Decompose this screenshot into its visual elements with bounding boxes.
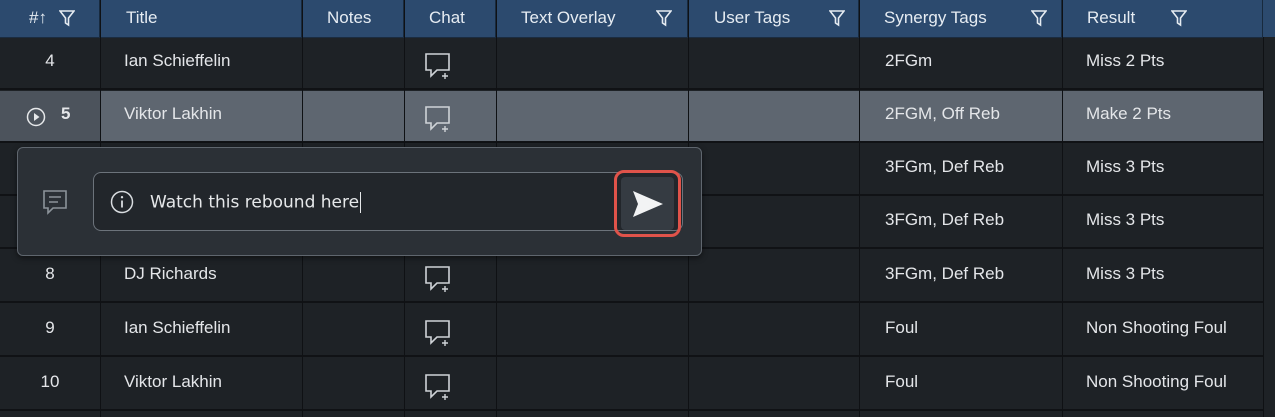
chat-add-icon[interactable] — [423, 373, 453, 401]
table-row[interactable]: 8 DJ Richards 3FGm, Def Reb Miss 3 Pts — [0, 251, 1275, 303]
comment-input[interactable]: Watch this rebound here — [93, 172, 683, 231]
row-number: 10 — [40, 372, 60, 391]
row-synergy-tags: 3FGm, Def Reb — [885, 264, 1005, 283]
row-title: Ian Schieffelin — [124, 318, 231, 337]
chat-add-icon[interactable] — [423, 52, 453, 80]
row-number: 8 — [45, 264, 55, 283]
column-header-user-tags-label: User Tags — [714, 8, 791, 27]
filter-icon[interactable] — [1031, 9, 1047, 27]
filter-icon[interactable] — [829, 9, 845, 27]
chat-add-icon[interactable] — [423, 319, 453, 347]
row-synergy-tags: Foul — [885, 372, 919, 391]
row-result: Non Shooting Foul — [1086, 372, 1227, 391]
row-result: Make 2 Pts — [1086, 104, 1172, 123]
play-circle-icon[interactable] — [26, 107, 46, 127]
column-header-result[interactable]: Result — [1062, 0, 1263, 37]
row-result: Miss 3 Pts — [1086, 264, 1165, 283]
comment-popup: Watch this rebound here — [17, 147, 702, 256]
table-row-selected[interactable]: 5 Viktor Lakhin 2FGM, Off Reb Make 2 Pts — [0, 91, 1275, 143]
comment-icon — [43, 190, 67, 215]
row-number: 9 — [45, 318, 55, 337]
table-row[interactable]: 4 Ian Schieffelin 2FGm Miss 2 Pts — [0, 38, 1275, 90]
column-header-text-overlay-label: Text Overlay — [521, 8, 616, 27]
row-title: DJ Richards — [124, 264, 217, 283]
chat-add-icon[interactable] — [423, 105, 453, 133]
column-header-notes-label: Notes — [327, 8, 372, 27]
selected-row-number-cell — [0, 91, 100, 141]
row-result: Miss 3 Pts — [1086, 210, 1165, 229]
column-header-result-label: Result — [1087, 8, 1136, 27]
column-header-text-overlay[interactable]: Text Overlay — [496, 0, 688, 37]
info-icon — [110, 190, 134, 214]
column-header-title[interactable]: Title — [100, 0, 302, 37]
row-number: 5 — [61, 104, 71, 123]
column-header-title-label: Title — [126, 8, 158, 27]
comment-input-value: Watch this rebound here — [150, 192, 362, 213]
vertical-scrollbar[interactable] — [1263, 37, 1275, 417]
table-header: #↑ Title Notes Chat Text Overlay User Ta… — [0, 0, 1275, 38]
row-result: Non Shooting Foul — [1086, 318, 1227, 337]
row-synergy-tags: 2FGM, Off Reb — [885, 104, 1000, 123]
row-synergy-tags: 3FGm, Def Reb — [885, 210, 1005, 229]
column-header-synergy-tags[interactable]: Synergy Tags — [859, 0, 1062, 37]
row-result: Miss 2 Pts — [1086, 51, 1165, 70]
filter-icon[interactable] — [656, 9, 672, 27]
column-header-number-label: #↑ — [29, 8, 47, 28]
table-row[interactable]: 9 Ian Schieffelin Foul Non Shooting Foul — [0, 305, 1275, 357]
column-header-user-tags[interactable]: User Tags — [688, 0, 859, 37]
send-icon — [633, 191, 663, 217]
column-header-notes[interactable]: Notes — [302, 0, 404, 37]
filter-icon[interactable] — [59, 9, 75, 27]
chat-add-icon[interactable] — [423, 265, 453, 293]
column-divider — [859, 0, 860, 417]
filter-icon[interactable] — [1171, 9, 1187, 27]
column-header-synergy-tags-label: Synergy Tags — [884, 8, 987, 27]
row-synergy-tags: 3FGm, Def Reb — [885, 157, 1005, 176]
sort-ascending-icon: ↑ — [38, 8, 47, 27]
row-title: Viktor Lakhin — [124, 104, 222, 123]
row-synergy-tags: Foul — [885, 318, 919, 337]
column-header-number[interactable]: #↑ — [0, 0, 100, 37]
send-button-face — [621, 177, 674, 230]
column-divider — [1062, 0, 1063, 417]
comment-input-text: Watch this rebound here — [150, 192, 360, 213]
row-title: Ian Schieffelin — [124, 51, 231, 70]
row-result: Miss 3 Pts — [1086, 157, 1165, 176]
column-header-chat[interactable]: Chat — [404, 0, 496, 37]
row-title: Viktor Lakhin — [124, 372, 222, 391]
row-number: 4 — [45, 51, 55, 70]
row-synergy-tags: 2FGm — [885, 51, 933, 70]
table-row[interactable]: 10 Viktor Lakhin Foul Non Shooting Foul — [0, 359, 1275, 411]
send-button[interactable] — [614, 170, 681, 237]
column-header-chat-label: Chat — [429, 8, 465, 27]
text-caret — [360, 192, 362, 213]
